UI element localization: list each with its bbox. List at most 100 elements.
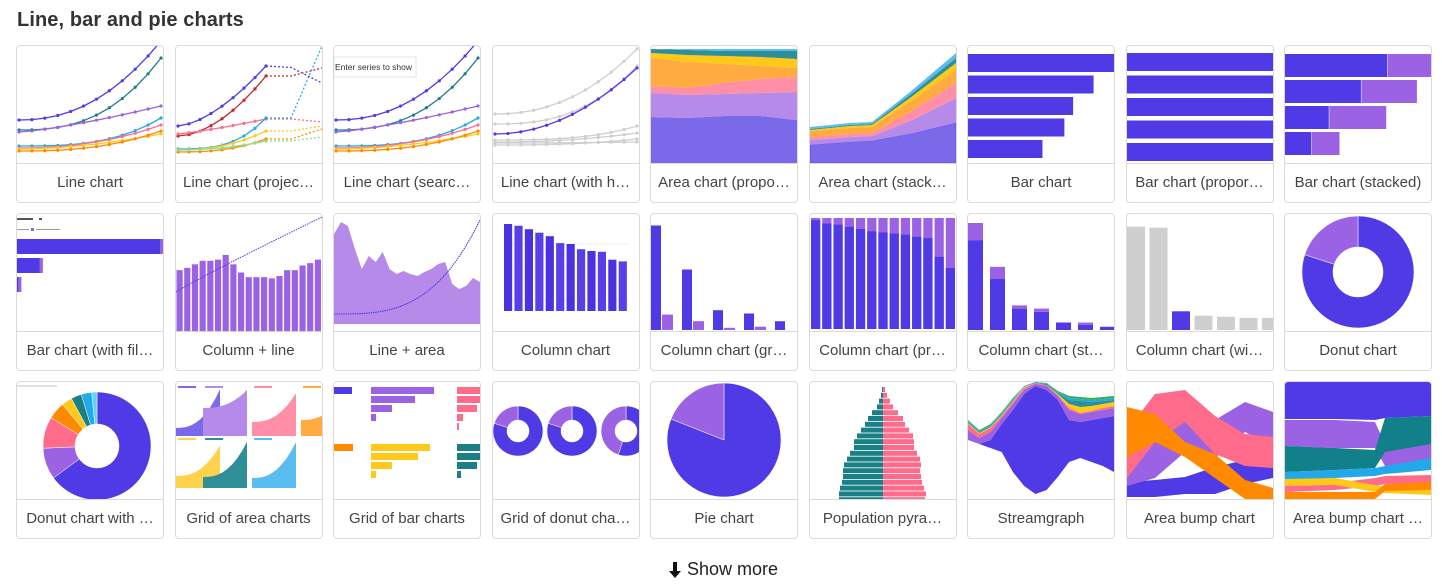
data-point: [492, 143, 497, 147]
column-segment: [1056, 322, 1071, 330]
data-point: [463, 127, 467, 131]
data-point: [219, 104, 224, 108]
chart-template-card[interactable]: Line + area: [333, 213, 481, 371]
chart-template-card[interactable]: Column chart: [491, 213, 640, 371]
chart-template-label: Line chart: [57, 174, 123, 191]
data-point: [360, 127, 364, 131]
chart-template-card[interactable]: Grid of bar charts: [333, 381, 481, 539]
data-point: [175, 148, 180, 152]
bar-stacked-thumbnail: [1285, 54, 1431, 155]
data-point: [94, 118, 99, 122]
data-point: [219, 117, 224, 121]
line-area-thumbnail: [334, 219, 480, 324]
data-point: [373, 113, 377, 118]
chart-template-card[interactable]: Area chart (stack…: [808, 45, 957, 203]
data-point: [133, 137, 137, 141]
chart-template-card[interactable]: Line chart (projec…: [174, 45, 323, 203]
bar: [1126, 120, 1273, 139]
column-segment: [866, 231, 876, 329]
data-point: [398, 104, 403, 108]
data-point: [30, 117, 34, 122]
chart-template-card[interactable]: Line chart: [16, 45, 164, 203]
data-point: [175, 132, 180, 136]
column: [298, 265, 306, 331]
pyramid-bar-right: [882, 468, 920, 474]
data-point: [476, 132, 480, 136]
pyramid-bar-right: [882, 456, 920, 462]
column-segment: [877, 232, 888, 329]
chart-template-card[interactable]: Area bump chart: [1125, 381, 1274, 539]
chart-template-card[interactable]: Pie chart: [650, 381, 798, 539]
column-segment: [1034, 308, 1049, 312]
chart-template-label: Column chart: [520, 342, 611, 359]
chart-template-card[interactable]: Column chart (wi…: [1125, 213, 1274, 371]
search-placeholder: Enter series to show: [335, 62, 413, 72]
chart-thumbnail: [492, 382, 639, 500]
column: [1261, 317, 1273, 330]
mini-bar: [457, 387, 480, 394]
data-point: [463, 54, 467, 58]
bar-segment: [1361, 80, 1417, 103]
chart-template-card[interactable]: Column chart (st…: [967, 213, 1115, 371]
column: [268, 278, 275, 331]
data-point: [197, 129, 202, 133]
chart-template-label: Bar chart (stacked): [1294, 174, 1422, 191]
chart-template-card[interactable]: Line chart (with h…: [491, 45, 640, 203]
data-point: [146, 72, 150, 76]
mini-area: [300, 415, 322, 436]
column: [306, 263, 313, 331]
data-point: [186, 122, 191, 126]
bar-proportional-thumbnail: [1126, 53, 1273, 161]
projection-line: [265, 46, 322, 119]
pyramid-bar-left: [842, 468, 883, 474]
pyramid-bar-left: [853, 445, 883, 450]
chart-template-card[interactable]: Bar chart (with fil…: [16, 213, 164, 371]
data-point: [398, 146, 403, 150]
chart-thumbnail: [1126, 46, 1273, 164]
chart-template-card[interactable]: Grid of donut cha…: [491, 381, 640, 539]
pyramid-bar-right: [882, 462, 921, 468]
chart-template-card[interactable]: Streamgraph: [967, 381, 1115, 539]
data-point: [69, 109, 73, 114]
column-segment: [968, 240, 983, 330]
chart-template-card[interactable]: Donut chart with …: [16, 381, 164, 539]
column: [183, 267, 190, 331]
pyramid-bar-right: [882, 439, 914, 445]
mini-bar: [334, 444, 353, 451]
bar: [968, 75, 1094, 94]
chart-template-card[interactable]: Population pyra…: [808, 381, 957, 539]
data-point: [424, 142, 428, 147]
data-point: [17, 130, 21, 134]
chart-template-card[interactable]: Bar chart: [967, 45, 1115, 203]
data-point: [386, 123, 390, 127]
data-point: [252, 87, 257, 91]
show-more-button[interactable]: Show more: [667, 559, 778, 580]
column: [1149, 227, 1167, 330]
area-band: [651, 92, 797, 120]
chart-template-card[interactable]: Bar chart (stacked): [1284, 45, 1432, 203]
chart-template-card[interactable]: Area bump chart …: [1284, 381, 1432, 539]
chart-template-card[interactable]: Donut chart: [1284, 213, 1432, 371]
chart-thumbnail: [1285, 46, 1431, 164]
pyramid-bar-right: [882, 398, 890, 404]
mini-bar: [371, 414, 376, 421]
data-point: [208, 111, 213, 116]
chart-template-card[interactable]: Column + line: [174, 213, 323, 371]
chart-template-card[interactable]: Area chart (propo…: [650, 45, 798, 203]
pyramid-bar-right: [882, 445, 914, 450]
grid-bar-thumbnail: [334, 387, 480, 478]
chart-template-card[interactable]: Grid of area charts: [174, 381, 323, 539]
data-point: [583, 137, 587, 141]
chart-template-card[interactable]: Column chart (pr…: [808, 213, 957, 371]
data-point: [56, 113, 60, 118]
column: [199, 260, 206, 331]
data-point: [197, 147, 202, 152]
chart-template-card[interactable]: Column chart (gr…: [650, 213, 798, 371]
column: [245, 277, 252, 331]
chart-template-label: Bar chart (propor…: [1135, 174, 1264, 191]
column: [283, 270, 290, 331]
chart-template-card[interactable]: Bar chart (propor…: [1125, 45, 1274, 203]
data-point: [609, 88, 613, 92]
data-point: [94, 97, 99, 101]
chart-template-card[interactable]: Enter series to show Line chart (searc…: [333, 45, 481, 203]
